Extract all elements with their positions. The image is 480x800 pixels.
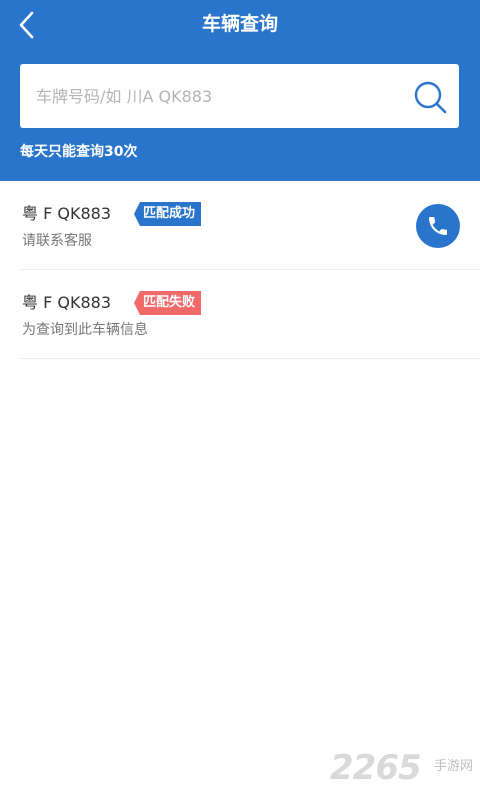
watermark-logo: 2265 手游网 [330,748,476,788]
list-item[interactable]: 粤 F QK883 匹配失败 为查询到此车辆信息 [20,270,480,359]
watermark-text: 手游网 [434,759,474,774]
list-item[interactable]: 粤 F QK883 匹配成功 请联系客服 [20,181,480,270]
result-list: 粤 F QK883 匹配成功 请联系客服 粤 F QK883 匹配失败 为查询到… [0,181,480,359]
result-description: 请联系客服 [22,233,92,249]
query-limit-note: 每天只能查询30次 [20,144,138,160]
page-title: 车辆查询 [201,13,278,35]
phone-icon [429,217,447,235]
search-button[interactable] [412,79,448,115]
search-input[interactable] [36,64,406,128]
status-badge-fail: 匹配失败 [134,291,202,315]
header-bar: 车辆查询 每天只能查询30次 [0,0,480,181]
status-badge-success: 匹配成功 [134,202,202,226]
call-button[interactable] [416,204,460,248]
result-description: 为查询到此车辆信息 [22,322,148,338]
search-icon [414,81,447,114]
watermark-number: 2265 [330,748,422,788]
plate-number: 粤 F QK883 [22,204,112,223]
plate-number: 粤 F QK883 [22,293,112,312]
search-box [20,64,459,128]
